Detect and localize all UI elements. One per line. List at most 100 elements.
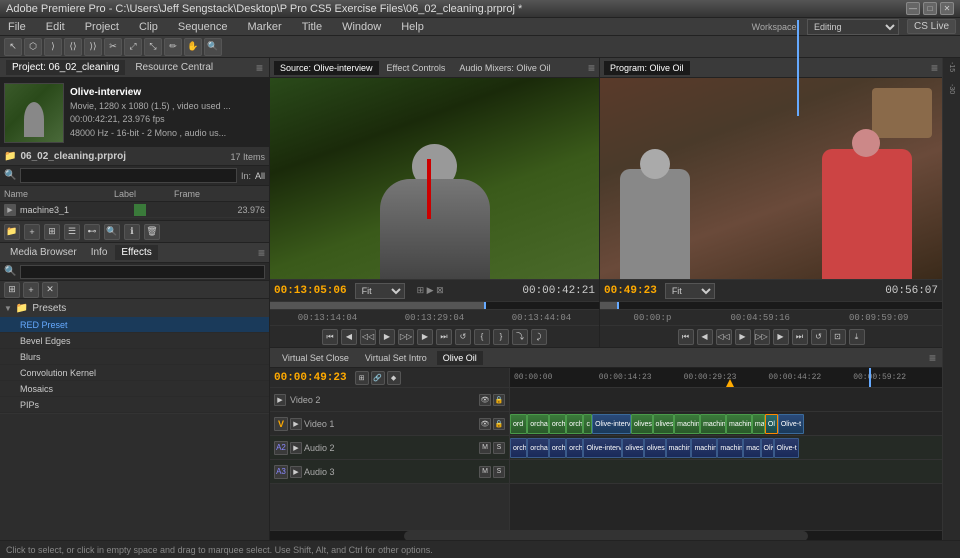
info-button[interactable]: ℹ — [124, 224, 140, 240]
clip-olives2[interactable]: olives2_1 — [653, 414, 675, 434]
prog-safe-margins-btn[interactable]: ⊡ — [830, 329, 846, 345]
tab-audio-mixers[interactable]: Audio Mixers: Olive Oil — [453, 61, 556, 75]
presets-header[interactable]: ▼ 📁 Presets — [0, 299, 269, 317]
scrollbar-thumb[interactable] — [404, 531, 807, 540]
timeline-panel-menu-icon[interactable]: ≡ — [929, 351, 936, 365]
prev-edit-btn[interactable]: ◀ — [341, 329, 357, 345]
a2-mute-btn[interactable]: M — [479, 442, 491, 454]
audio-clip-11[interactable]: machir — [743, 438, 760, 458]
v2-eye-btn[interactable]: 👁 — [479, 394, 491, 406]
a2-solo-btn[interactable]: S — [493, 442, 505, 454]
add-marker-button[interactable]: ◆ — [387, 371, 401, 385]
new-bin-button[interactable]: 📁 — [4, 224, 20, 240]
tab-media-browser[interactable]: Media Browser — [4, 245, 83, 260]
clip-olive-interv[interactable]: Olive-interv — [592, 414, 631, 434]
clip-machine1[interactable]: machine1 — [726, 414, 752, 434]
prog-ffwd-btn[interactable]: ▷▷ — [754, 329, 770, 345]
cs-live-button[interactable]: CS Live — [907, 19, 956, 34]
audio-clip-9[interactable]: machine3 — [691, 438, 717, 458]
menu-window[interactable]: Window — [338, 20, 385, 34]
video2-toggle[interactable]: ▶ — [274, 394, 286, 406]
audio-clip-4[interactable]: orchard — [566, 438, 583, 458]
tool-zoom[interactable]: 🔍 — [204, 38, 222, 56]
tool-select[interactable]: ↖ — [4, 38, 22, 56]
a3-solo-btn[interactable]: S — [493, 466, 505, 478]
fast-fwd-btn[interactable]: ▷▷ — [398, 329, 414, 345]
next-edit-btn[interactable]: ▶ — [417, 329, 433, 345]
prog-play-btn[interactable]: ▶ — [735, 329, 751, 345]
new-custom-bin-button[interactable]: ⊞ — [4, 282, 20, 298]
prog-export-btn[interactable]: ⤓ — [849, 329, 865, 345]
step-fwd-btn[interactable]: ⏭ — [436, 329, 452, 345]
audio-clip-5[interactable]: Olive-intervio — [583, 438, 622, 458]
effects-panel-menu-icon[interactable]: ≡ — [258, 246, 265, 260]
audio-clip-1[interactable]: orchar — [510, 438, 527, 458]
tab-virtual-set-intro[interactable]: Virtual Set Intro — [359, 351, 433, 365]
tab-project[interactable]: Project: 06_02_cleaning — [6, 60, 125, 75]
program-timeline-bar[interactable] — [600, 301, 942, 309]
tool-rate[interactable]: ⟩⟩ — [84, 38, 102, 56]
v2-lock-btn[interactable]: 🔒 — [493, 394, 505, 406]
menu-sequence[interactable]: Sequence — [174, 20, 232, 34]
source-timeline-bar[interactable] — [270, 301, 599, 309]
search-input[interactable] — [20, 168, 237, 183]
menu-file[interactable]: File — [4, 20, 30, 34]
prog-next-btn[interactable]: ▶ — [773, 329, 789, 345]
v1-eye-btn[interactable]: 👁 — [479, 418, 491, 430]
panel-menu-icon[interactable]: ≡ — [256, 61, 263, 75]
tool-hand[interactable]: ✋ — [184, 38, 202, 56]
menu-title[interactable]: Title — [298, 20, 326, 34]
snap-button[interactable]: ⊞ — [355, 371, 369, 385]
tab-effect-controls[interactable]: Effect Controls — [381, 61, 452, 75]
tab-program[interactable]: Program: Olive Oil — [604, 61, 690, 75]
list-item[interactable]: ▶ machine3_1 23.976 — [0, 202, 269, 218]
tool-razor[interactable]: ✂ — [104, 38, 122, 56]
effect-item-red-preset[interactable]: RED Preset — [0, 317, 269, 333]
tab-info[interactable]: Info — [85, 245, 114, 260]
find-button[interactable]: 🔍 — [104, 224, 120, 240]
menu-help[interactable]: Help — [397, 20, 428, 34]
effect-item-convolution[interactable]: Convolution Kernel — [0, 365, 269, 381]
audio-clip-2[interactable]: orcha — [527, 438, 549, 458]
video1-toggle[interactable]: ▶ — [290, 418, 302, 430]
tab-effects[interactable]: Effects — [115, 245, 157, 260]
clip-machine3[interactable]: machine3 — [700, 414, 726, 434]
clip-ol[interactable]: Ol — [765, 414, 778, 434]
menu-project[interactable]: Project — [81, 20, 123, 34]
tool-slide[interactable]: ⤡ — [144, 38, 162, 56]
insert-btn[interactable]: ⤵ — [512, 329, 528, 345]
loop-btn[interactable]: ↺ — [455, 329, 471, 345]
v1-lock-btn[interactable]: 🔒 — [493, 418, 505, 430]
clip-mac[interactable]: mac — [752, 414, 765, 434]
prog-loop-btn[interactable]: ↺ — [811, 329, 827, 345]
audio-clip-6[interactable]: olives3_ — [622, 438, 644, 458]
effects-search-input[interactable] — [20, 265, 265, 279]
overwrite-btn[interactable]: ⤸ — [531, 329, 547, 345]
new-custom-item-button[interactable]: + — [23, 282, 39, 298]
tool-slip[interactable]: ⤢ — [124, 38, 142, 56]
timeline-scrollbar[interactable] — [270, 530, 942, 540]
effect-item-bevel-edges[interactable]: Bevel Edges — [0, 333, 269, 349]
program-fit-select[interactable]: Fit 100% 50% — [665, 283, 715, 299]
tool-ripple[interactable]: ⟩ — [44, 38, 62, 56]
effect-item-mosaics[interactable]: Mosaics — [0, 381, 269, 397]
maximize-button[interactable]: □ — [923, 2, 937, 15]
audio-clip-13[interactable]: Olive-t — [774, 438, 800, 458]
audio-clip-10[interactable]: machine1 — [717, 438, 743, 458]
play-btn[interactable]: ▶ — [379, 329, 395, 345]
mark-in-btn[interactable]: { — [474, 329, 490, 345]
clip-olive-t[interactable]: Olive-t — [778, 414, 804, 434]
close-button[interactable]: ✕ — [940, 2, 954, 15]
delete-button[interactable]: 🗑 — [144, 224, 160, 240]
clip-ord1[interactable]: ord — [510, 414, 527, 434]
a3-mute-btn[interactable]: M — [479, 466, 491, 478]
mark-out-btn[interactable]: } — [493, 329, 509, 345]
prog-step-fwd-btn[interactable]: ⏭ — [792, 329, 808, 345]
menu-clip[interactable]: Clip — [135, 20, 162, 34]
tool-track-select[interactable]: ⬡ — [24, 38, 42, 56]
prog-step-back-btn[interactable]: ⏮ — [678, 329, 694, 345]
tab-resource-central[interactable]: Resource Central — [129, 60, 219, 75]
audio-clip-8[interactable]: machine4 — [666, 438, 692, 458]
audio2-toggle[interactable]: ▶ — [290, 442, 302, 454]
source-panel-menu-icon[interactable]: ≡ — [588, 61, 595, 75]
